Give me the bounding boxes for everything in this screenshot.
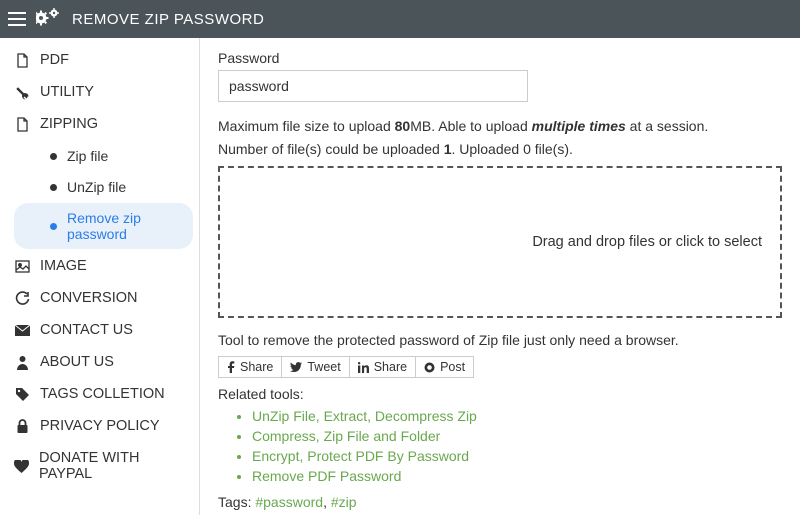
tag-icon [14,387,30,402]
tool-description: Tool to remove the protected password of… [218,332,782,348]
sidebar-item-label: UTILITY [40,84,94,100]
related-tool-link[interactable]: Compress, Zip File and Folder [252,426,782,446]
main-content: Password Maximum file size to upload 80M… [200,38,800,515]
related-tools-title: Related tools: [218,386,782,402]
bullet-icon [50,223,57,230]
post-button[interactable]: Post [416,356,474,378]
bullet-icon [50,184,57,191]
related-tools-list: UnZip File, Extract, Decompress Zip Comp… [218,406,782,486]
related-tool-link[interactable]: Encrypt, Protect PDF By Password [252,446,782,466]
gears-icon [36,8,62,30]
related-tool-link[interactable]: Remove PDF Password [252,466,782,486]
tag-link[interactable]: #password [255,494,323,510]
menu-toggle-icon[interactable] [8,12,26,26]
file-dropzone[interactable]: Drag and drop files or click to select [218,166,782,318]
bullet-icon [50,153,57,160]
sidebar: PDF UTILITY ZIPPING Zip file UnZip file [0,38,200,515]
lock-icon [14,419,30,434]
sidebar-item-label: PRIVACY POLICY [40,418,160,434]
sidebar-item-conversion[interactable]: CONVERSION [0,282,199,314]
upload-max-info: Maximum file size to upload 80MB. Able t… [218,116,782,137]
image-icon [14,260,30,273]
sidebar-item-contact-us[interactable]: CONTACT US [0,314,199,346]
dropzone-text: Drag and drop files or click to select [532,234,762,250]
sidebar-subitem-remove-zip-password[interactable]: Remove zip password [14,203,193,249]
wrench-icon [14,85,30,100]
circle-icon [424,362,435,373]
sidebar-item-label: CONVERSION [40,290,138,306]
sidebar-item-image[interactable]: IMAGE [0,250,199,282]
sidebar-subitem-label: Remove zip password [67,210,179,242]
sidebar-item-utility[interactable]: UTILITY [0,76,199,108]
share-buttons: Share Tweet Share Post [218,356,782,378]
refresh-icon [14,291,30,306]
sidebar-item-tags-colletion[interactable]: TAGS COLLETION [0,378,199,410]
mail-icon [14,325,30,336]
password-label: Password [218,50,782,66]
tags-line: Tags: #password, #zip [218,494,782,510]
sidebar-item-label: ABOUT US [40,354,114,370]
sidebar-subitems-zipping: Zip file UnZip file Remove zip password [0,141,199,249]
page-title: REMOVE ZIP PASSWORD [72,11,264,28]
tag-link[interactable]: #zip [331,494,357,510]
facebook-share-button[interactable]: Share [218,356,282,378]
linkedin-share-button[interactable]: Share [350,356,416,378]
sidebar-item-label: DONATE WITH PAYPAL [39,450,185,482]
file-icon [14,117,30,132]
sidebar-item-donate[interactable]: DONATE WITH PAYPAL [0,442,199,490]
sidebar-item-label: IMAGE [40,258,87,274]
sidebar-item-pdf[interactable]: PDF [0,44,199,76]
user-icon [14,355,30,370]
tags-label: Tags: [218,494,255,510]
upload-count-info: Number of file(s) could be uploaded 1. U… [218,139,782,160]
password-input[interactable] [218,70,528,102]
sidebar-subitem-label: Zip file [67,148,108,164]
twitter-tweet-button[interactable]: Tweet [282,356,349,378]
heart-icon [14,460,29,473]
file-icon [14,53,30,68]
related-tool-link[interactable]: UnZip File, Extract, Decompress Zip [252,406,782,426]
facebook-icon [227,361,235,373]
sidebar-item-label: CONTACT US [40,322,133,338]
twitter-icon [290,362,302,372]
sidebar-item-privacy-policy[interactable]: PRIVACY POLICY [0,410,199,442]
sidebar-subitem-unzip-file[interactable]: UnZip file [14,172,193,202]
app-header: REMOVE ZIP PASSWORD [0,0,800,38]
sidebar-item-label: TAGS COLLETION [40,386,165,402]
sidebar-subitem-label: UnZip file [67,179,126,195]
sidebar-item-zipping[interactable]: ZIPPING [0,108,199,140]
sidebar-item-about-us[interactable]: ABOUT US [0,346,199,378]
sidebar-subitem-zip-file[interactable]: Zip file [14,141,193,171]
sidebar-item-label: PDF [40,52,69,68]
sidebar-item-label: ZIPPING [40,116,98,132]
linkedin-icon [358,362,369,373]
